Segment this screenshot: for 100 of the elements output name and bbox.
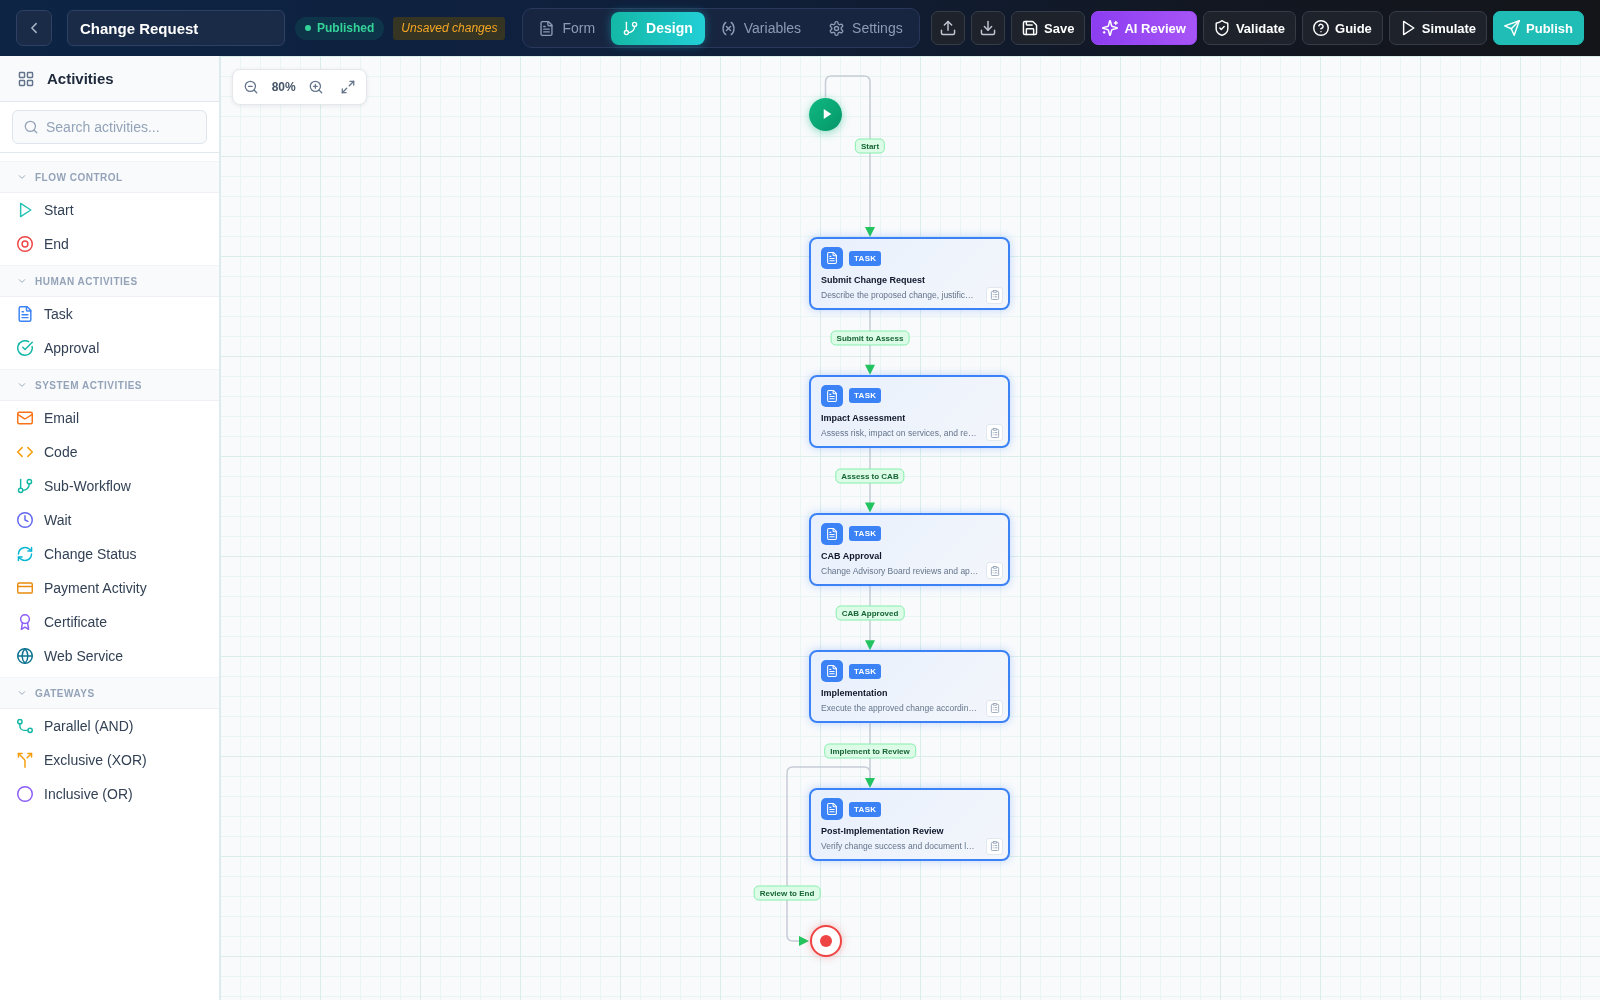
- type-badge: TASK: [849, 663, 882, 679]
- type-badge: TASK: [849, 801, 882, 817]
- back-button[interactable]: [16, 10, 52, 46]
- dot-icon: [819, 935, 832, 947]
- unsaved-badge: Unsaved changes: [393, 16, 506, 40]
- edge-label: Submit to Assess: [830, 330, 910, 346]
- task-node[interactable]: TASK Impact Assessment Assess risk, impact on services, and re…: [809, 374, 1010, 448]
- save-button[interactable]: Save: [1011, 11, 1086, 45]
- tab[interactable]: Form: [527, 11, 608, 45]
- code-icon: [17, 444, 33, 460]
- clipboard-icon: [989, 427, 1000, 438]
- task-node[interactable]: TASK Implementation Execute the approved change accordin…: [809, 650, 1010, 724]
- shield-check-icon: [1213, 20, 1230, 36]
- guide-button[interactable]: Guide: [1302, 11, 1383, 45]
- clipboard-icon: [989, 565, 1000, 576]
- task-node[interactable]: TASK CAB Approval Change Advisory Board reviews and ap…: [809, 512, 1010, 586]
- node-description: Change Advisory Board reviews and ap…: [821, 565, 979, 576]
- expand-icon: [341, 80, 355, 94]
- node-title: Implementation: [821, 687, 888, 700]
- activity-item[interactable]: Email: [0, 401, 219, 435]
- activity-item[interactable]: Web Service: [0, 639, 219, 673]
- download-icon: [980, 20, 997, 36]
- check-circle-icon: [17, 340, 33, 356]
- node-description: Execute the approved change accordin…: [821, 703, 977, 714]
- search-icon: [24, 120, 38, 134]
- status-label: Published: [317, 21, 375, 35]
- clipboard-button[interactable]: [986, 424, 1003, 442]
- activity-item[interactable]: End: [0, 227, 219, 261]
- task-node[interactable]: TASK Post-Implementation Review Verify change success and document l…: [809, 788, 1010, 861]
- edge-label: Review to End: [753, 885, 821, 901]
- end-node[interactable]: [809, 925, 842, 957]
- award-ribbon-icon: [17, 614, 33, 630]
- clock-icon: [17, 512, 33, 528]
- simulate-button[interactable]: Simulate: [1388, 11, 1488, 45]
- type-badge: TASK: [849, 250, 882, 266]
- refresh-icon: [17, 546, 33, 562]
- upload-icon: [940, 20, 957, 36]
- activity-item[interactable]: Wait: [0, 503, 219, 537]
- zoom-level: 80%: [271, 80, 296, 94]
- type-badge: TASK: [849, 388, 882, 404]
- node-description: Assess risk, impact on services, and re…: [821, 427, 977, 438]
- edge-label: Assess to CAB: [835, 468, 905, 484]
- grid-icon: [18, 70, 34, 87]
- activity-item[interactable]: Certificate: [0, 605, 219, 639]
- zoom-out-icon: [244, 80, 258, 94]
- node-title: Impact Assessment: [821, 411, 906, 424]
- download-button[interactable]: [971, 11, 1006, 45]
- ai-review-button[interactable]: AI Review: [1091, 11, 1197, 45]
- activity-item[interactable]: Payment Activity: [0, 571, 219, 605]
- activity-item[interactable]: Start: [0, 193, 219, 227]
- tab[interactable]: Settings: [817, 11, 915, 45]
- activity-item[interactable]: Code: [0, 435, 219, 469]
- edge-label: Implement to Review: [824, 743, 916, 759]
- node-description: Verify change success and document l…: [821, 841, 975, 851]
- edge-label: Start: [854, 138, 886, 154]
- clipboard-icon: [989, 290, 1000, 300]
- activity-item[interactable]: Sub-Workflow: [0, 469, 219, 503]
- activity-item[interactable]: Change Status: [0, 537, 219, 571]
- activity-item[interactable]: Parallel (AND): [0, 709, 219, 743]
- status-dot-icon: [305, 25, 311, 31]
- document-icon: [821, 522, 843, 545]
- clipboard-button[interactable]: [986, 286, 1003, 304]
- document-icon: [821, 247, 843, 269]
- node-title: CAB Approval: [821, 549, 882, 562]
- clipboard-icon: [989, 841, 1000, 851]
- edge-label: CAB Approved: [835, 605, 905, 621]
- split-arrows-icon: [17, 752, 33, 768]
- credit-card-icon: [17, 580, 33, 596]
- paper-plane-icon: [1504, 20, 1521, 36]
- document-icon: [17, 306, 33, 322]
- play-icon: [17, 202, 33, 218]
- clipboard-button[interactable]: [986, 837, 1003, 855]
- title-field[interactable]: Change Request: [67, 10, 285, 46]
- activity-item[interactable]: Exclusive (XOR): [0, 743, 219, 777]
- branch-icon: [17, 478, 33, 494]
- node-title: Submit Change Request: [821, 274, 925, 286]
- clipboard-button[interactable]: [986, 562, 1003, 579]
- document-icon: [821, 384, 843, 407]
- task-node[interactable]: TASK Submit Change Request Describe the proposed change, justific…: [809, 237, 1010, 310]
- node-description: Describe the proposed change, justific…: [821, 290, 974, 300]
- clipboard-icon: [989, 703, 1000, 714]
- branch-icon: [623, 20, 639, 36]
- document-icon: [821, 660, 843, 683]
- search-field[interactable]: Search activities...: [12, 110, 207, 144]
- upload-button[interactable]: [931, 11, 966, 45]
- activity-item[interactable]: Approval: [0, 331, 219, 365]
- tab[interactable]: Variables: [708, 11, 814, 45]
- sidebar-title: Activities: [47, 70, 114, 87]
- route-icon: [17, 718, 33, 734]
- settings-icon: [829, 20, 845, 36]
- start-node[interactable]: [809, 97, 842, 131]
- target-icon: [17, 236, 33, 252]
- activity-item[interactable]: Inclusive (OR): [0, 777, 219, 811]
- help-circle-icon: [1313, 20, 1329, 36]
- globe-icon: [17, 648, 33, 664]
- clipboard-button[interactable]: [986, 699, 1003, 717]
- validate-button[interactable]: Validate: [1202, 11, 1296, 45]
- activity-item[interactable]: Task: [0, 297, 219, 331]
- zoom-in-icon: [309, 80, 324, 94]
- document-icon: [539, 20, 555, 36]
